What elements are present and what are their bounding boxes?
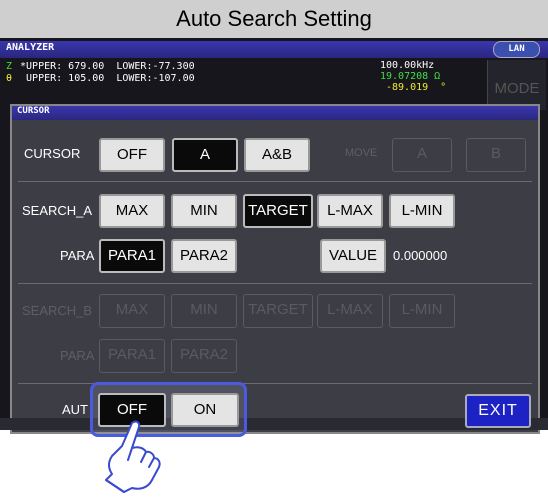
search-a-label: SEARCH_A xyxy=(22,203,93,218)
search-a-target-button[interactable]: TARGET xyxy=(243,194,313,228)
z-prefix: Z xyxy=(6,61,13,72)
theta-value: -89.019 ° xyxy=(386,82,447,93)
z-limits: *UPPER: 679.00 LOWER:-77.300 xyxy=(14,61,195,72)
move-b-button: B xyxy=(466,138,526,172)
auto-on-button[interactable]: ON xyxy=(171,393,239,427)
search-b-lmax-button: L-MAX xyxy=(317,294,383,328)
search-a-max-button[interactable]: MAX xyxy=(99,194,165,228)
pointing-hand-icon xyxy=(105,420,161,493)
lan-badge: LAN xyxy=(493,41,540,58)
analyzer-header: ANALYZER xyxy=(0,41,548,58)
para-b-para2-button: PARA2 xyxy=(171,339,237,373)
exit-button[interactable]: EXIT xyxy=(465,394,531,428)
analyzer-title: ANALYZER xyxy=(6,42,55,53)
search-b-label: SEARCH_B xyxy=(22,303,93,318)
dialog-title: CURSOR xyxy=(17,106,50,116)
move-a-button: A xyxy=(392,138,452,172)
cursor-ab-button[interactable]: A&B xyxy=(244,138,310,172)
para-b-label: PARA xyxy=(60,348,95,363)
para-a-label: PARA xyxy=(60,248,95,263)
theta-prefix: θ xyxy=(6,73,13,84)
search-a-min-button[interactable]: MIN xyxy=(171,194,237,228)
search-b-max-button: MAX xyxy=(99,294,165,328)
search-b-target-button: TARGET xyxy=(243,294,313,328)
frequency-readout: 100.00kHz xyxy=(380,60,435,71)
cursor-a-button[interactable]: A xyxy=(172,138,238,172)
dialog-titlebar: CURSOR xyxy=(12,106,538,120)
para-a-para1-button[interactable]: PARA1 xyxy=(99,239,165,273)
cursor-off-button[interactable]: OFF xyxy=(99,138,165,172)
cursor-label: CURSOR xyxy=(24,146,81,161)
auto-label: AUT xyxy=(62,402,88,417)
para-a-para2-button[interactable]: PARA2 xyxy=(171,239,237,273)
value-button[interactable]: VALUE xyxy=(320,239,386,273)
divider xyxy=(18,181,532,182)
move-label: MOVE xyxy=(345,147,378,159)
search-a-lmax-button[interactable]: L-MAX xyxy=(317,194,383,228)
para-b-para1-button: PARA1 xyxy=(99,339,165,373)
divider xyxy=(18,283,532,284)
search-b-lmin-button: L-MIN xyxy=(389,294,455,328)
theta-limits: UPPER: 105.00 LOWER:-107.00 xyxy=(14,73,195,84)
value-readout: 0.000000 xyxy=(393,248,448,263)
search-b-min-button: MIN xyxy=(171,294,237,328)
mode-button[interactable]: MODE xyxy=(487,60,546,110)
z-value: 19.07208 Ω xyxy=(380,71,441,82)
search-a-lmin-button[interactable]: L-MIN xyxy=(389,194,455,228)
page-caption: Auto Search Setting xyxy=(0,0,548,38)
